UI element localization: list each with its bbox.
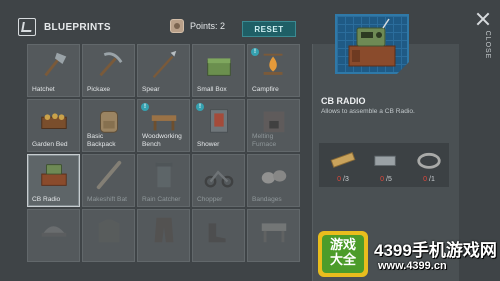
page-title: BLUEPRINTS — [44, 21, 111, 33]
points-label: Points: — [190, 21, 218, 31]
metal-bar-icon — [374, 155, 396, 166]
blueprint-label: Chopper — [197, 195, 223, 203]
close-icon[interactable] — [476, 12, 490, 26]
watermark-logo-text: 游戏大全 — [329, 237, 356, 267]
rain-catcher-icon — [155, 162, 173, 188]
blueprint-label: Shower — [197, 140, 220, 148]
small-box-icon — [207, 58, 231, 76]
blueprint-slot[interactable]: Pickaxe — [82, 44, 135, 97]
blueprint-slot[interactable] — [137, 209, 190, 262]
blueprint-slot[interactable]: Chopper — [192, 154, 245, 207]
pants-icon — [154, 217, 174, 243]
blueprint-slot[interactable] — [27, 209, 80, 262]
blueprint-label: Rain Catcher — [142, 195, 181, 203]
blueprint-icon — [18, 18, 36, 36]
garden-bed-icon — [41, 113, 67, 129]
blueprint-label: Makeshift Bat — [87, 195, 127, 203]
blueprint-label: Garden Bed — [32, 140, 68, 148]
material-slot: 0 /5 — [366, 143, 406, 187]
blueprint-slot[interactable]: Melting Furnace — [247, 99, 300, 152]
blueprint-slot[interactable]: CB Radio — [27, 154, 80, 207]
item-description: Allows to assemble a CB Radio. — [321, 108, 415, 115]
wood-plank-icon — [330, 151, 356, 168]
pickaxe-icon — [99, 52, 123, 77]
furnace-icon — [263, 111, 285, 133]
blueprint-label: CB Radio — [32, 195, 61, 203]
item-name: CB RADIO — [321, 96, 366, 106]
wire-icon — [417, 152, 441, 169]
blueprint-slot[interactable]: Hatchet — [27, 44, 80, 97]
blueprint-slot[interactable]: Bandages — [247, 154, 300, 207]
shower-icon — [210, 109, 228, 133]
blueprint-label: Campfire — [252, 85, 279, 93]
blueprint-slot[interactable] — [192, 209, 245, 262]
reset-button[interactable]: RESET — [242, 21, 296, 37]
bat-icon — [96, 160, 122, 190]
material-count: 0 /3 — [323, 176, 363, 183]
blueprint-slot[interactable]: ! Campfire — [247, 44, 300, 97]
blueprint-label: Hatchet — [32, 85, 55, 93]
new-badge: ! — [196, 103, 204, 111]
blueprint-slot[interactable]: Garden Bed — [27, 99, 80, 152]
jacket-icon — [98, 219, 120, 243]
blueprint-slot[interactable]: Spear — [137, 44, 190, 97]
material-count: 0 /5 — [366, 176, 406, 183]
blueprint-slot[interactable] — [82, 209, 135, 262]
material-have: 0 — [337, 176, 342, 183]
blueprint-slot[interactable]: Basic Backpack — [82, 99, 135, 152]
spear-icon — [152, 50, 177, 79]
blueprint-label: Melting Furnace — [252, 133, 277, 148]
blueprint-slot[interactable]: ! Shower — [192, 99, 245, 152]
blueprint-slot[interactable]: Makeshift Bat — [82, 154, 135, 207]
blueprint-slot[interactable]: ! Woodworking Bench — [137, 99, 190, 152]
watermark-brand: 4399手机游戏网 — [374, 241, 497, 260]
hatchet-icon — [44, 52, 67, 77]
campfire-icon — [263, 53, 283, 75]
blueprint-card — [335, 14, 409, 74]
points-value: 2 — [220, 21, 226, 31]
new-badge: ! — [251, 48, 259, 56]
points-display: Points: 2 — [170, 19, 225, 33]
blueprints-header: BLUEPRINTS — [18, 16, 111, 38]
workbench-icon — [261, 223, 287, 243]
woodworking-bench-icon — [151, 115, 177, 131]
bandages-icon — [261, 170, 287, 184]
material-need: /5 — [386, 176, 392, 183]
watermark-logo: 游戏大全 — [318, 231, 368, 277]
cb-radio-icon — [41, 164, 67, 186]
blueprint-label: Woodworking Bench — [142, 133, 182, 148]
material-need: /1 — [429, 176, 435, 183]
blueprint-label: Basic Backpack — [87, 133, 116, 148]
points-icon — [170, 19, 184, 33]
blueprint-label: Spear — [142, 85, 160, 93]
materials-list: 0 /3 0 /5 0 /1 — [319, 143, 449, 187]
blueprint-slot[interactable]: Small Box — [192, 44, 245, 97]
material-have: 0 — [423, 176, 428, 183]
backpack-icon — [100, 111, 118, 133]
material-slot: 0 /1 — [409, 143, 449, 187]
blueprint-label: Pickaxe — [87, 85, 111, 93]
material-slot: 0 /3 — [323, 143, 363, 187]
boots-icon — [208, 223, 226, 243]
watermark: 游戏大全 4399手机游戏网 www.4399.cn — [318, 228, 500, 281]
material-count: 0 /1 — [409, 176, 449, 183]
blueprint-grid: Hatchet Pickaxe Spear Small Box! Campfire Gar… — [27, 44, 300, 281]
chopper-icon — [204, 170, 234, 188]
close-label[interactable]: CLOSE — [481, 30, 491, 60]
material-have: 0 — [380, 176, 385, 183]
blueprint-label: Small Box — [197, 85, 227, 93]
watermark-url: www.4399.cn — [378, 260, 447, 272]
blueprint-label: Bandages — [252, 195, 282, 203]
blueprint-slot[interactable] — [247, 209, 300, 262]
blueprint-slot[interactable]: Rain Catcher — [137, 154, 190, 207]
material-need: /3 — [343, 176, 349, 183]
new-badge: ! — [141, 103, 149, 111]
cap-icon — [41, 226, 67, 237]
